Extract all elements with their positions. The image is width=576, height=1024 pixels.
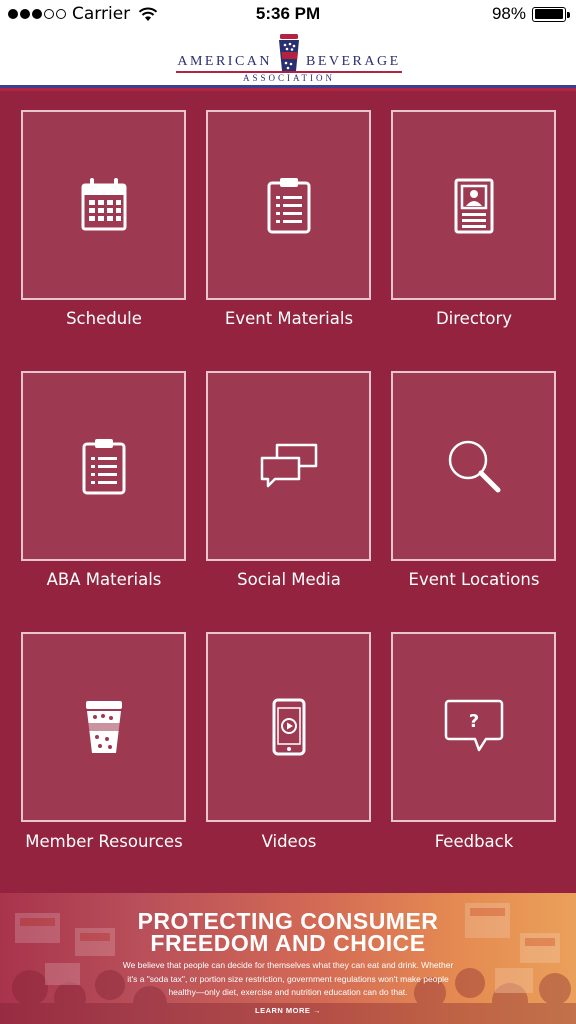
banner-title-line2: FREEDOM AND CHOICE xyxy=(150,930,426,956)
battery-icon xyxy=(532,6,570,22)
tile-videos-label[interactable]: Videos xyxy=(189,832,389,851)
logo-word-association: ASSOCIATION xyxy=(242,73,335,83)
banner-title-line1: PROTECTING CONSUMER xyxy=(137,908,439,934)
question-bubble-icon: ? xyxy=(444,699,503,752)
cup-logo-icon xyxy=(279,34,299,71)
id-badge-icon xyxy=(454,178,493,234)
tile-social-media-label[interactable]: Social Media xyxy=(189,570,389,589)
tile-videos[interactable] xyxy=(206,632,371,822)
chat-bubbles-icon xyxy=(260,443,317,488)
tile-event-materials[interactable] xyxy=(206,110,371,300)
status-time: 5:36 PM xyxy=(255,4,321,23)
tile-member-resources[interactable] xyxy=(21,632,186,822)
battery-status: 98% xyxy=(491,4,570,24)
banner-body-text: We believe that people can decide for th… xyxy=(122,960,454,997)
clipboard-list-icon xyxy=(82,439,125,495)
status-bar: Carrier 5:36 PM 98% xyxy=(0,0,576,28)
battery-percent: 98% xyxy=(491,4,526,23)
aba-logo: AMERICAN BEVERAGE ASSOCIATION xyxy=(176,34,402,83)
tile-schedule[interactable] xyxy=(21,110,186,300)
logo-word-american: AMERICAN xyxy=(177,54,272,69)
tile-event-locations-label[interactable]: Event Locations xyxy=(374,570,574,589)
tile-feedback[interactable]: ? xyxy=(391,632,556,822)
clipboard-icon xyxy=(267,178,310,234)
tile-aba-materials[interactable] xyxy=(21,371,186,561)
tile-schedule-label[interactable]: Schedule xyxy=(4,309,204,328)
learn-more-link[interactable]: LEARN MORE → xyxy=(0,1006,576,1015)
tile-feedback-label[interactable]: Feedback xyxy=(374,832,574,851)
tile-aba-materials-label[interactable]: ABA Materials xyxy=(4,570,204,589)
logo-word-beverage: BEVERAGE xyxy=(306,54,401,69)
magnifier-icon xyxy=(448,440,500,493)
svg-text:?: ? xyxy=(468,711,478,732)
app-header: AMERICAN BEVERAGE ASSOCIATION xyxy=(0,28,576,91)
calendar-icon xyxy=(81,178,126,231)
cup-icon xyxy=(85,701,123,753)
tile-event-materials-label[interactable]: Event Materials xyxy=(189,309,389,328)
phone-video-icon xyxy=(272,698,305,756)
tile-member-resources-label[interactable]: Member Resources xyxy=(4,832,204,851)
tile-event-locations[interactable] xyxy=(391,371,556,561)
promo-banner[interactable]: PROTECTING CONSUMER FREEDOM AND CHOICE W… xyxy=(0,893,576,1024)
tile-directory-label[interactable]: Directory xyxy=(374,309,574,328)
tile-social-media[interactable] xyxy=(206,371,371,561)
tile-directory[interactable] xyxy=(391,110,556,300)
